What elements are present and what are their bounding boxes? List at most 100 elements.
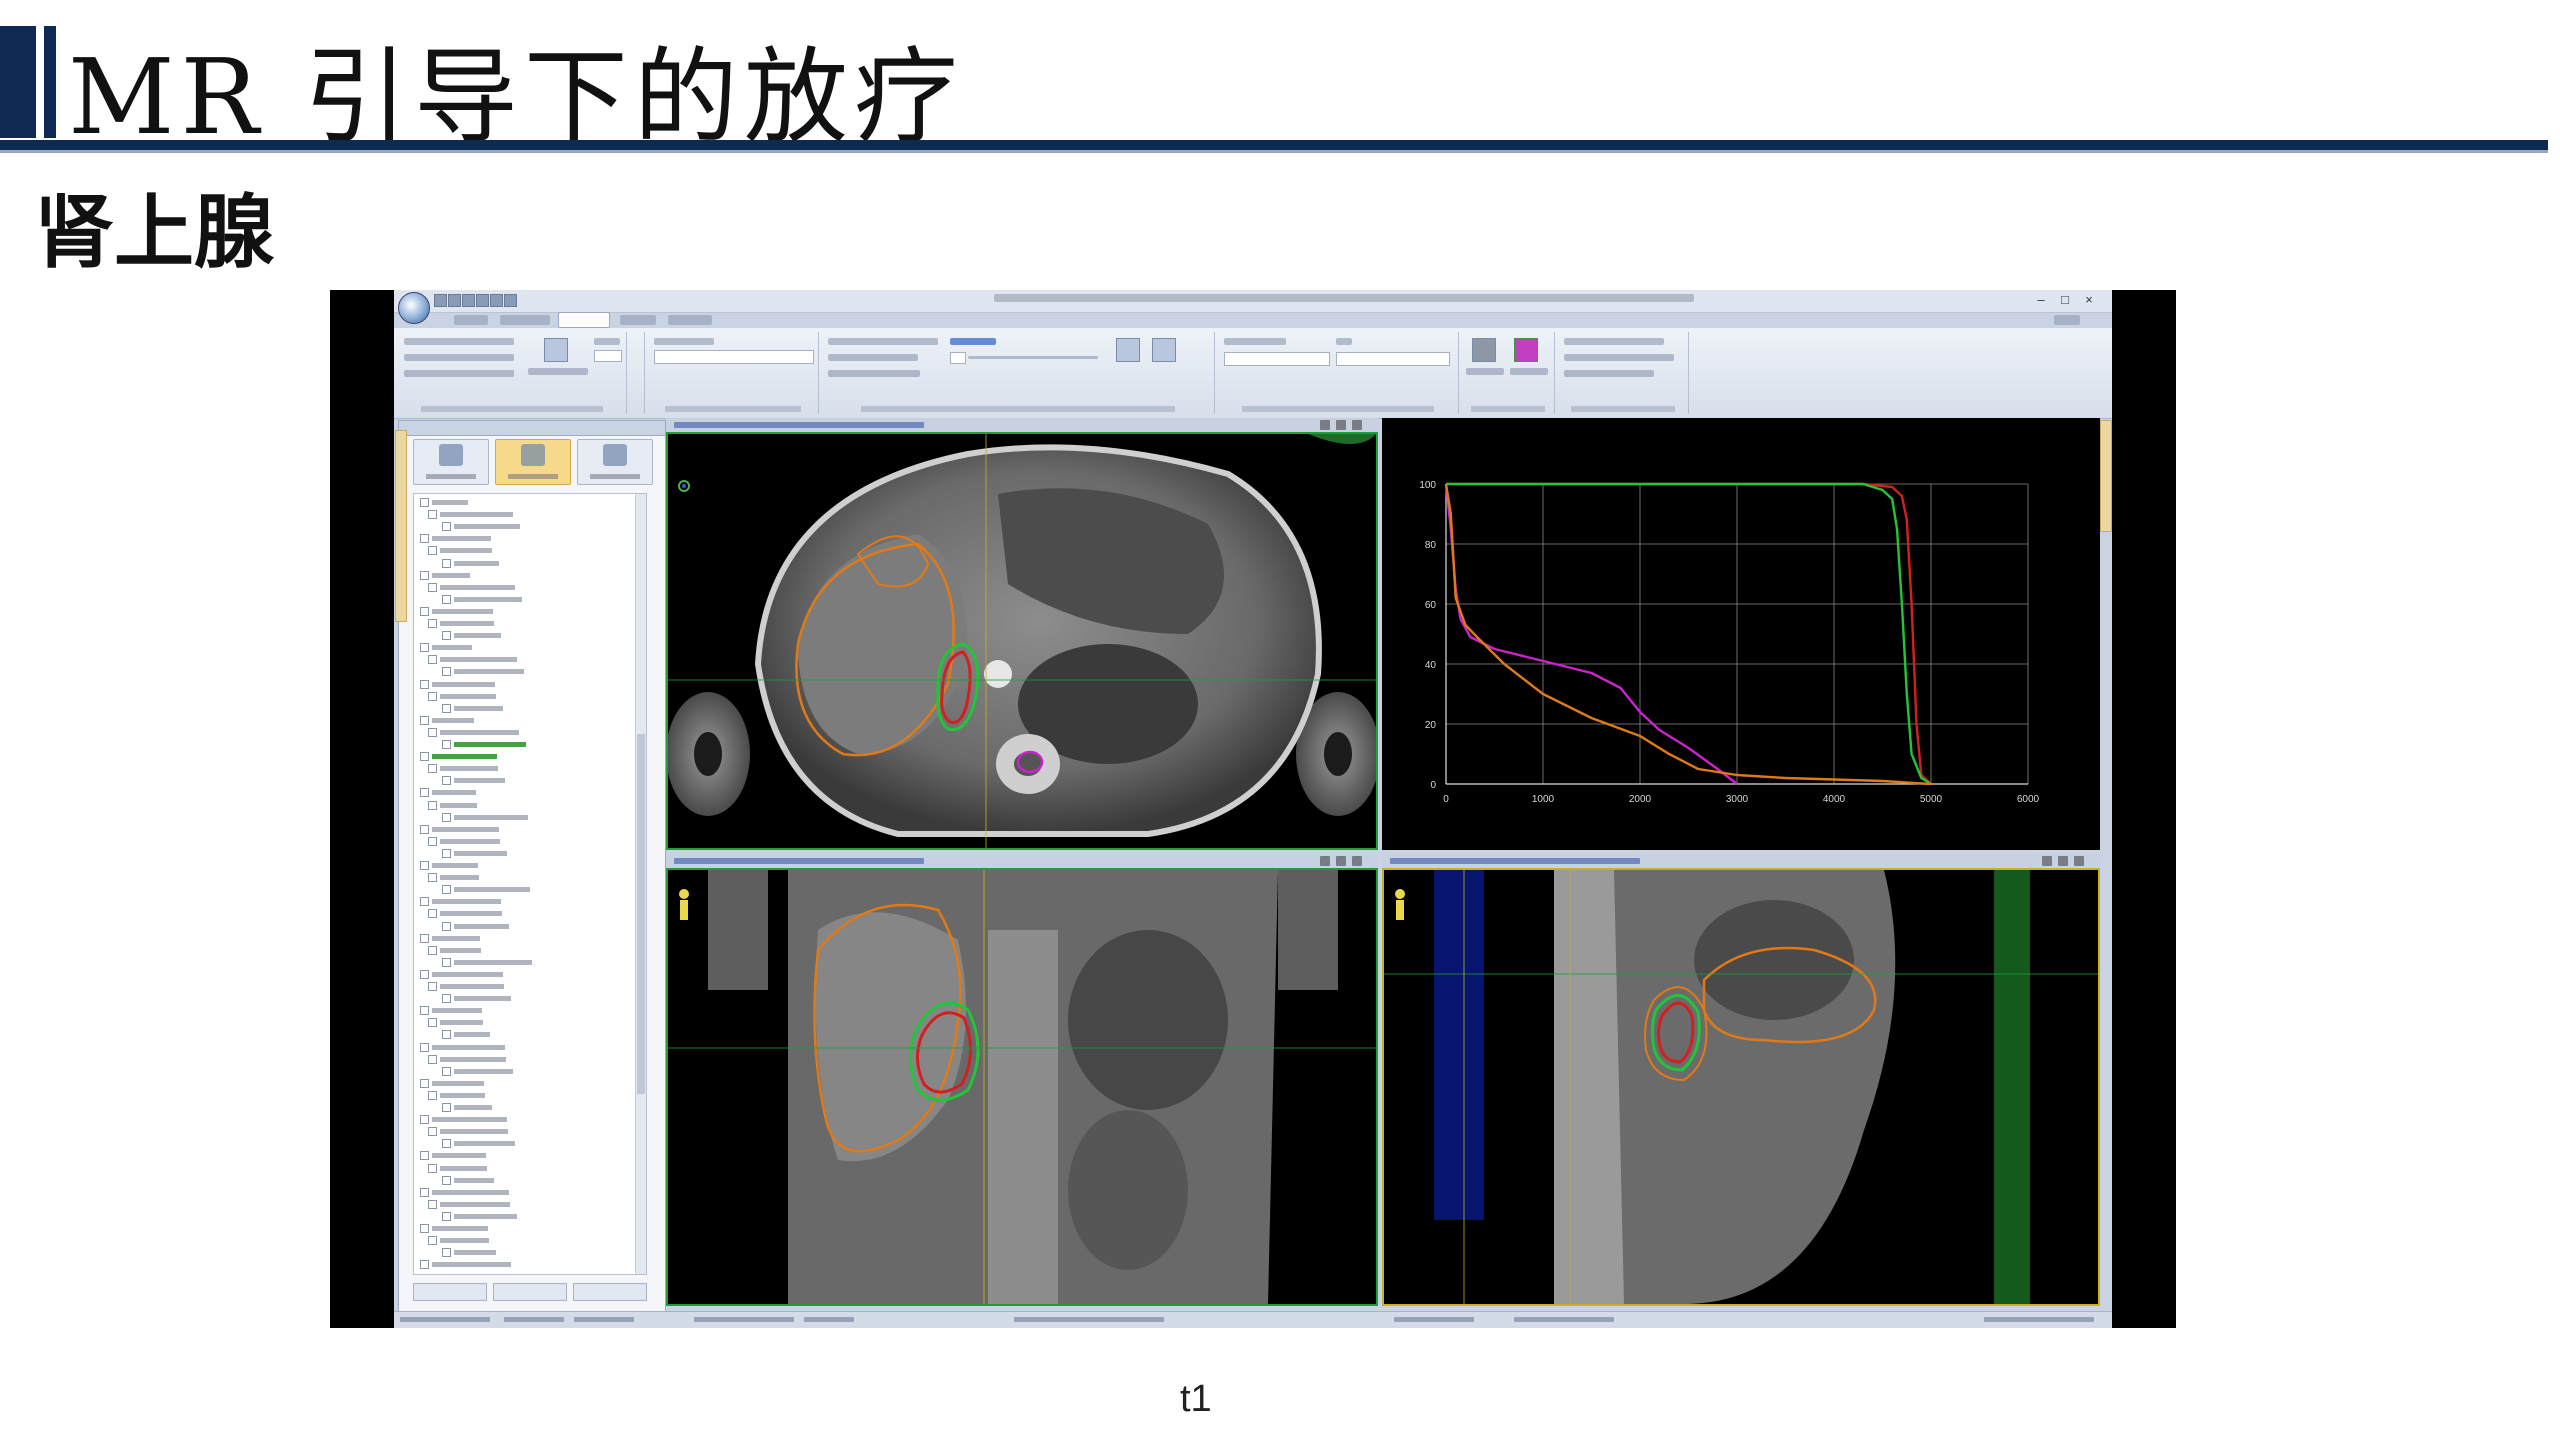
viewport-dvh[interactable]: 0 1000 2000 3000 4000 5000 6000 0 20 40 60 80 100 [1382,418,2100,850]
tree-expander-icon[interactable] [420,1042,429,1052]
fuse-registration-icon[interactable] [544,338,568,362]
image-fusion-button[interactable] [413,439,489,485]
tree-expander-icon[interactable] [420,1078,429,1088]
tree-expander-icon[interactable] [428,982,437,991]
tree-expander-icon[interactable] [420,969,429,979]
ribbon-button[interactable] [404,354,514,361]
secondary-masking-button[interactable] [1564,354,1674,361]
zoom-slider[interactable] [1984,1317,2094,1322]
quick-access-icon[interactable] [476,294,489,307]
image-select[interactable] [1224,352,1330,366]
tree-expander-icon[interactable] [420,679,429,689]
blended-button[interactable] [950,338,996,345]
application-menu-button[interactable] [398,292,430,324]
tab-tools[interactable] [454,315,488,325]
patient-tree[interactable] [413,493,647,1275]
tree-expander-icon[interactable] [420,897,429,907]
tree-expander-icon[interactable] [420,1006,429,1016]
unload-button[interactable] [493,1283,567,1301]
tree-expander-icon[interactable] [428,1163,437,1173]
tree-expander-icon[interactable] [428,655,437,665]
tab-output[interactable] [620,315,656,325]
colormap-select[interactable] [1336,352,1450,366]
tree-expander-icon[interactable] [428,691,437,701]
tree-expander-icon[interactable] [428,727,437,737]
maximize-view-icon[interactable] [1352,420,1362,430]
viewport-axial[interactable] [666,418,1378,850]
tree-expander-icon[interactable] [420,570,429,580]
tree-expander-icon[interactable] [420,1115,429,1125]
quick-access-icon[interactable] [490,294,503,307]
axial-image[interactable] [666,432,1378,850]
tree-expander-icon[interactable] [428,800,437,810]
tree-expander-icon[interactable] [420,606,429,616]
load-button[interactable] [413,1283,487,1301]
quick-access-icon[interactable] [462,294,475,307]
fusion-tool-icon[interactable] [1152,338,1176,362]
tree-expander-icon[interactable] [442,1066,451,1076]
reset-icon[interactable] [1336,856,1346,866]
fusion-tool-icon[interactable] [1116,338,1140,362]
vertical-stripes-button[interactable] [828,354,918,361]
sagittal-image[interactable] [1382,868,2100,1306]
tree-expander-icon[interactable] [420,933,429,943]
tab-style[interactable] [2054,315,2080,325]
tree-expander-icon[interactable] [442,594,451,604]
tree-expander-icon[interactable] [428,546,437,556]
tab-workspace[interactable] [500,315,550,325]
tree-expander-icon[interactable] [428,582,437,592]
unload-all-button[interactable] [573,1283,647,1301]
tree-expander-icon[interactable] [428,1090,437,1100]
tree-expander-icon[interactable] [442,631,451,641]
blend-value-field[interactable] [950,352,966,364]
tree-expander-icon[interactable] [442,885,451,895]
tree-expander-icon[interactable] [442,740,451,749]
quick-access-icon[interactable] [434,294,447,307]
tree-expander-icon[interactable] [420,861,429,870]
tree-expander-icon[interactable] [428,1018,437,1028]
tree-expander-icon[interactable] [420,715,429,725]
tree-expander-icon[interactable] [428,836,437,846]
tree-expander-icon[interactable] [442,957,451,967]
tree-expander-icon[interactable] [442,558,451,568]
tree-expander-icon[interactable] [428,909,437,919]
tree-expander-icon[interactable] [442,1211,451,1221]
ribbon-button[interactable] [594,338,620,345]
maximize-icon[interactable]: □ [2058,293,2072,307]
coronal-image[interactable] [666,868,1378,1306]
primary-masking-button[interactable] [1564,338,1664,345]
tree-expander-icon[interactable] [442,994,451,1004]
planning-button[interactable] [495,439,571,485]
minimize-icon[interactable]: – [2034,293,2048,307]
ribbon-button[interactable] [404,370,514,377]
tree-expander-icon[interactable] [420,752,429,762]
window-level-icon[interactable] [2042,856,2052,866]
checkerboard-button[interactable] [828,370,920,377]
window-level-icon[interactable] [1320,856,1330,866]
tree-scrollbar[interactable] [635,494,646,1274]
tree-expander-icon[interactable] [428,873,437,883]
tree-expander-icon[interactable] [428,619,437,628]
fusion-select[interactable] [654,350,814,364]
tree-expander-icon[interactable] [428,1236,437,1246]
tree-expander-icon[interactable] [442,921,451,931]
tree-expander-icon[interactable] [420,824,429,834]
tree-expander-icon[interactable] [428,510,437,520]
tree-expander-icon[interactable] [428,1054,437,1064]
tab-review[interactable] [558,312,610,328]
tree-expander-icon[interactable] [420,1224,429,1233]
side-panel-tab[interactable] [395,430,407,622]
grayscale-icon[interactable] [1472,338,1496,362]
tree-expander-icon[interactable] [420,788,429,798]
tree-expander-icon[interactable] [442,1139,451,1149]
viewport-coronal[interactable] [666,854,1378,1306]
tree-expander-icon[interactable] [442,1175,451,1185]
tree-expander-icon[interactable] [442,703,451,713]
tree-expander-icon[interactable] [420,1187,429,1197]
ribbon-button[interactable] [404,338,514,345]
tree-expander-icon[interactable] [420,498,429,507]
tree-expander-icon[interactable] [420,1260,429,1270]
reset-icon[interactable] [1336,420,1346,430]
window-level-icon[interactable] [1320,420,1330,430]
tree-expander-icon[interactable] [420,534,429,544]
